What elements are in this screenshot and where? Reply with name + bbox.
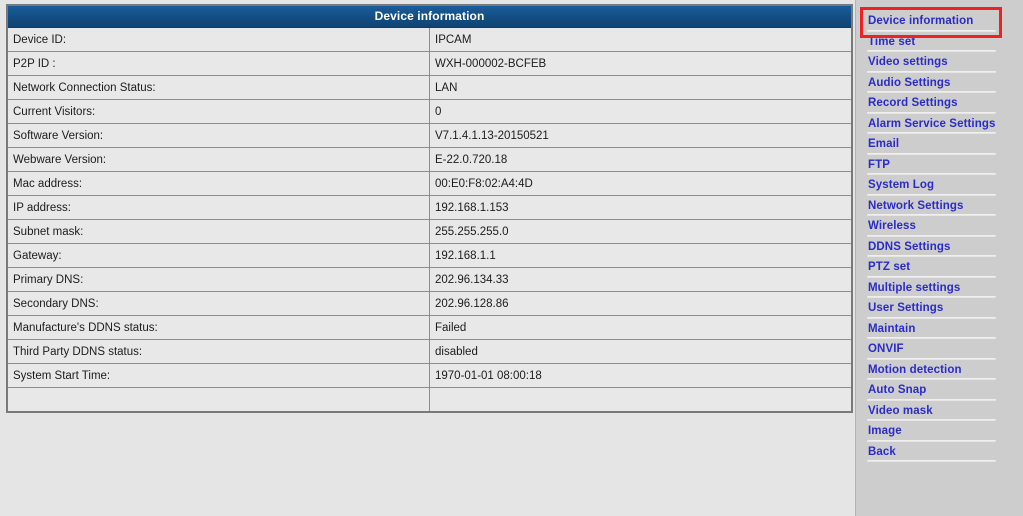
row-value: 00:E0:F8:02:A4:4D bbox=[429, 171, 853, 196]
table-row: Third Party DDNS status: disabled bbox=[6, 339, 853, 364]
row-value: V7.1.4.1.13-20150521 bbox=[429, 123, 853, 148]
sidebar-item-label: Record Settings bbox=[868, 97, 958, 110]
sidebar-item-wireless[interactable]: Wireless bbox=[856, 216, 1023, 237]
row-label: Manufacture's DDNS status: bbox=[6, 315, 430, 340]
sidebar-item-maintain[interactable]: Maintain bbox=[856, 319, 1023, 340]
sidebar-item-label: DDNS Settings bbox=[868, 240, 951, 253]
row-value: 202.96.134.33 bbox=[429, 267, 853, 292]
row-label: Device ID: bbox=[6, 27, 430, 52]
sidebar-item-multiple-settings[interactable]: Multiple settings bbox=[856, 278, 1023, 299]
sidebar-item-system-log[interactable]: System Log bbox=[856, 175, 1023, 196]
table-row: Device ID: IPCAM bbox=[6, 27, 853, 52]
device-information-table: Device information Device ID: IPCAM P2P ID… bbox=[6, 4, 853, 413]
table-row: Webware Version: E-22.0.720.18 bbox=[6, 147, 853, 172]
row-label: Network Connection Status: bbox=[6, 75, 430, 100]
sidebar-item-network-settings[interactable]: Network Settings bbox=[856, 196, 1023, 217]
sidebar-item-label: Video mask bbox=[868, 404, 933, 417]
sidebar-item-motion-detection[interactable]: Motion detection bbox=[856, 360, 1023, 381]
row-value: 1970-01-01 08:00:18 bbox=[429, 363, 853, 388]
row-label: Third Party DDNS status: bbox=[6, 339, 430, 364]
row-label: Secondary DNS: bbox=[6, 291, 430, 316]
sidebar-item-audio-settings[interactable]: Audio Settings bbox=[856, 73, 1023, 94]
row-value: IPCAM bbox=[429, 27, 853, 52]
sidebar-item-auto-snap[interactable]: Auto Snap bbox=[856, 380, 1023, 401]
sidebar-item-label: Wireless bbox=[868, 220, 917, 233]
sidebar-item-email[interactable]: Email bbox=[856, 134, 1023, 155]
sidebar-item-label: Maintain bbox=[868, 322, 916, 335]
sidebar-item-label: Video settings bbox=[868, 56, 948, 69]
sidebar-item-label: Alarm Service Settings bbox=[868, 117, 996, 130]
row-label: Gateway: bbox=[6, 243, 430, 268]
sidebar-item-video-mask[interactable]: Video mask bbox=[856, 401, 1023, 422]
sidebar-item-label: ONVIF bbox=[868, 343, 904, 356]
table-row: Subnet mask: 255.255.255.0 bbox=[6, 219, 853, 244]
row-label: Software Version: bbox=[6, 123, 430, 148]
sidebar-item-label: PTZ set bbox=[868, 261, 911, 274]
row-label bbox=[6, 387, 430, 412]
row-value: 0 bbox=[429, 99, 853, 124]
sidebar-item-label: Back bbox=[868, 445, 896, 458]
table-body: Device information Device ID: IPCAM P2P ID… bbox=[6, 4, 853, 412]
table-row bbox=[6, 387, 853, 412]
device-information-page: Device information Device ID: IPCAM P2P ID… bbox=[0, 0, 1023, 516]
row-label: Current Visitors: bbox=[6, 99, 430, 124]
row-label: Subnet mask: bbox=[6, 219, 430, 244]
row-value: disabled bbox=[429, 339, 853, 364]
row-value: 192.168.1.1 bbox=[429, 243, 853, 268]
sidebar-item-label: Image bbox=[868, 425, 902, 438]
sidebar-item-label: Time set bbox=[868, 35, 916, 48]
table-row: System Start Time: 1970-01-01 08:00:18 bbox=[6, 363, 853, 388]
table-row: Secondary DNS: 202.96.128.86 bbox=[6, 291, 853, 316]
row-value: 192.168.1.153 bbox=[429, 195, 853, 220]
table-header-row: Device information bbox=[6, 4, 853, 28]
sidebar-item-label: Multiple settings bbox=[868, 281, 961, 294]
row-value: Failed bbox=[429, 315, 853, 340]
table-row: P2P ID : WXH-000002-BCFEB bbox=[6, 51, 853, 76]
row-value bbox=[429, 387, 853, 412]
table-row: Mac address: 00:E0:F8:02:A4:4D bbox=[6, 171, 853, 196]
sidebar-item-label: Network Settings bbox=[868, 199, 964, 212]
row-value: 255.255.255.0 bbox=[429, 219, 853, 244]
sidebar-item-label: Device information bbox=[868, 15, 974, 28]
sidebar-item-image[interactable]: Image bbox=[856, 421, 1023, 442]
table-row: Gateway: 192.168.1.1 bbox=[6, 243, 853, 268]
row-label: P2P ID : bbox=[6, 51, 430, 76]
row-value: E-22.0.720.18 bbox=[429, 147, 853, 172]
table-row: Current Visitors: 0 bbox=[6, 99, 853, 124]
row-value: 202.96.128.86 bbox=[429, 291, 853, 316]
table-row: Primary DNS: 202.96.134.33 bbox=[6, 267, 853, 292]
sidebar-item-ftp[interactable]: FTP bbox=[856, 155, 1023, 176]
sidebar-item-label: FTP bbox=[868, 158, 891, 171]
sidebar-item-label: User Settings bbox=[868, 302, 944, 315]
sidebar-item-back[interactable]: Back bbox=[856, 442, 1023, 463]
table-row: Network Connection Status: LAN bbox=[6, 75, 853, 100]
table-row: IP address: 192.168.1.153 bbox=[6, 195, 853, 220]
sidebar-item-label: Audio Settings bbox=[868, 76, 951, 89]
sidebar-item-label: System Log bbox=[868, 179, 935, 192]
row-label: Webware Version: bbox=[6, 147, 430, 172]
sidebar-item-device-information[interactable]: Device information bbox=[856, 11, 1023, 32]
table-row: Software Version: V7.1.4.1.13-20150521 bbox=[6, 123, 853, 148]
row-value: WXH-000002-BCFEB bbox=[429, 51, 853, 76]
row-label: Primary DNS: bbox=[6, 267, 430, 292]
sidebar-item-time-set[interactable]: Time set bbox=[856, 32, 1023, 53]
sidebar-item-alarm-service-settings[interactable]: Alarm Service Settings bbox=[856, 114, 1023, 135]
sidebar-item-label: Auto Snap bbox=[868, 384, 927, 397]
content-pane: Device information Device ID: IPCAM P2P ID… bbox=[0, 0, 855, 516]
sidebar-item-ptz-set[interactable]: PTZ set bbox=[856, 257, 1023, 278]
page-title: Device information bbox=[6, 4, 853, 28]
sidebar-item-record-settings[interactable]: Record Settings bbox=[856, 93, 1023, 114]
sidebar-item-video-settings[interactable]: Video settings bbox=[856, 52, 1023, 73]
sidebar-item-onvif[interactable]: ONVIF bbox=[856, 339, 1023, 360]
row-value: LAN bbox=[429, 75, 853, 100]
sidebar-menu: Device information Time set Video settings… bbox=[855, 0, 1023, 516]
row-label: System Start Time: bbox=[6, 363, 430, 388]
table-row: Manufacture's DDNS status: Failed bbox=[6, 315, 853, 340]
sidebar-item-user-settings[interactable]: User Settings bbox=[856, 298, 1023, 319]
row-label: IP address: bbox=[6, 195, 430, 220]
row-label: Mac address: bbox=[6, 171, 430, 196]
sidebar-item-label: Motion detection bbox=[868, 363, 962, 376]
sidebar-item-ddns-settings[interactable]: DDNS Settings bbox=[856, 237, 1023, 258]
sidebar-item-label: Email bbox=[868, 138, 900, 151]
